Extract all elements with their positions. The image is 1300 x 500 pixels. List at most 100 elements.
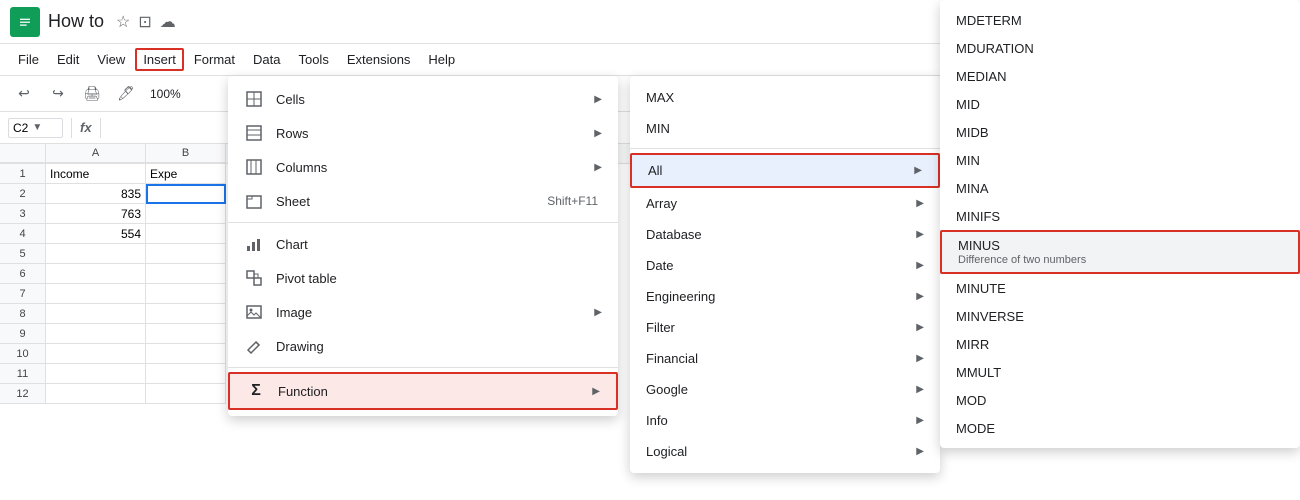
function-list-dropdown[interactable]: MDETERM MDURATION MEDIAN MID MIDB MIN MI… <box>940 0 1300 448</box>
mina-name: MINA <box>956 181 1284 196</box>
image-icon <box>244 302 264 322</box>
category-min[interactable]: MIN <box>630 113 940 144</box>
database-arrow-icon: ▶ <box>916 229 924 240</box>
func-mdeterm[interactable]: MDETERM <box>940 6 1300 34</box>
zoom-level[interactable]: 100% <box>146 87 185 101</box>
insert-cells-item[interactable]: Cells ▶ <box>228 82 618 116</box>
cell-b7[interactable] <box>146 284 226 304</box>
cell-b4[interactable] <box>146 224 226 244</box>
cell-reference[interactable]: C2 ▼ <box>8 118 63 138</box>
cell-a11[interactable] <box>46 364 146 384</box>
drawing-icon <box>244 336 264 356</box>
function-sigma-icon: Σ <box>246 381 266 401</box>
cloud-icon[interactable]: ☁ <box>160 12 176 32</box>
cell-b8[interactable] <box>146 304 226 324</box>
undo-button[interactable]: ↩ <box>10 80 38 108</box>
func-mduration[interactable]: MDURATION <box>940 34 1300 62</box>
cell-b11[interactable] <box>146 364 226 384</box>
mduration-name: MDURATION <box>956 41 1284 56</box>
cell-a7[interactable] <box>46 284 146 304</box>
menu-view[interactable]: View <box>89 48 133 71</box>
redo-button[interactable]: ↪ <box>44 80 72 108</box>
insert-image-item[interactable]: Image ▶ <box>228 295 618 329</box>
func-mid[interactable]: MID <box>940 90 1300 118</box>
cell-b10[interactable] <box>146 344 226 364</box>
cell-b2[interactable] <box>146 184 226 204</box>
menu-format[interactable]: Format <box>186 48 243 71</box>
menu-insert[interactable]: Insert <box>135 48 184 71</box>
paint-format-button[interactable]: 🖊 <box>112 80 140 108</box>
cell-a4[interactable]: 554 <box>46 224 146 244</box>
func-minverse[interactable]: MINVERSE <box>940 302 1300 330</box>
category-menu-dropdown[interactable]: MAX MIN All ▶ Array ▶ Database ▶ Date ▶ … <box>630 76 940 473</box>
cell-a6[interactable] <box>46 264 146 284</box>
insert-drawing-item[interactable]: Drawing <box>228 329 618 363</box>
minute-name: MINUTE <box>956 281 1284 296</box>
category-filter[interactable]: Filter ▶ <box>630 312 940 343</box>
folder-icon[interactable]: ⊡ <box>138 12 151 32</box>
mmult-name: MMULT <box>956 365 1284 380</box>
func-mod[interactable]: MOD <box>940 386 1300 414</box>
cell-a9[interactable] <box>46 324 146 344</box>
insert-pivot-item[interactable]: Pivot table <box>228 261 618 295</box>
func-mode[interactable]: MODE <box>940 414 1300 442</box>
row-num-8: 8 <box>0 304 46 324</box>
menu-file[interactable]: File <box>10 48 47 71</box>
cell-b12[interactable] <box>146 384 226 404</box>
cell-a1[interactable]: Income <box>46 164 146 184</box>
category-date[interactable]: Date ▶ <box>630 250 940 281</box>
menu-tools[interactable]: Tools <box>290 48 336 71</box>
cell-b6[interactable] <box>146 264 226 284</box>
rows-label: Rows <box>276 126 582 141</box>
row-num-6: 6 <box>0 264 46 284</box>
category-logical[interactable]: Logical ▶ <box>630 436 940 467</box>
cell-a2[interactable]: 835 <box>46 184 146 204</box>
func-mmult[interactable]: MMULT <box>940 358 1300 386</box>
info-arrow-icon: ▶ <box>916 415 924 426</box>
insert-rows-item[interactable]: Rows ▶ <box>228 116 618 150</box>
print-button[interactable]: 🖨 <box>78 80 106 108</box>
median-name: MEDIAN <box>956 69 1284 84</box>
cell-a12[interactable] <box>46 384 146 404</box>
func-midb[interactable]: MIDB <box>940 118 1300 146</box>
category-database[interactable]: Database ▶ <box>630 219 940 250</box>
mod-name: MOD <box>956 393 1284 408</box>
cell-a8[interactable] <box>46 304 146 324</box>
menu-edit[interactable]: Edit <box>49 48 87 71</box>
func-minifs[interactable]: MINIFS <box>940 202 1300 230</box>
insert-function-item[interactable]: Σ Function ▶ <box>228 372 618 410</box>
chart-icon <box>244 234 264 254</box>
insert-columns-item[interactable]: Columns ▶ <box>228 150 618 184</box>
menu-help[interactable]: Help <box>420 48 463 71</box>
star-icon[interactable]: ☆ <box>116 12 130 32</box>
cell-b3[interactable] <box>146 204 226 224</box>
func-mirr[interactable]: MIRR <box>940 330 1300 358</box>
category-max[interactable]: MAX <box>630 82 940 113</box>
cell-b9[interactable] <box>146 324 226 344</box>
cell-a5[interactable] <box>46 244 146 264</box>
cell-a3[interactable]: 763 <box>46 204 146 224</box>
menu-extensions[interactable]: Extensions <box>339 48 419 71</box>
category-array[interactable]: Array ▶ <box>630 188 940 219</box>
insert-sheet-item[interactable]: Sheet Shift+F11 <box>228 184 618 218</box>
all-label: All <box>648 163 914 178</box>
func-min2[interactable]: MIN <box>940 146 1300 174</box>
category-all[interactable]: All ▶ <box>630 153 940 188</box>
func-minus[interactable]: MINUS Difference of two numbers <box>940 230 1300 274</box>
cells-label: Cells <box>276 92 582 107</box>
func-minute[interactable]: MINUTE <box>940 274 1300 302</box>
category-info[interactable]: Info ▶ <box>630 405 940 436</box>
filter-arrow-icon: ▶ <box>916 322 924 333</box>
cell-a10[interactable] <box>46 344 146 364</box>
cell-b5[interactable] <box>146 244 226 264</box>
database-label: Database <box>646 227 916 242</box>
func-median[interactable]: MEDIAN <box>940 62 1300 90</box>
func-mina[interactable]: MINA <box>940 174 1300 202</box>
category-engineering[interactable]: Engineering ▶ <box>630 281 940 312</box>
cell-b1[interactable]: Expe <box>146 164 226 184</box>
insert-chart-item[interactable]: Chart <box>228 227 618 261</box>
category-financial[interactable]: Financial ▶ <box>630 343 940 374</box>
insert-menu-dropdown[interactable]: Cells ▶ Rows ▶ Columns ▶ Sheet Shift+F11 <box>228 76 618 416</box>
category-google[interactable]: Google ▶ <box>630 374 940 405</box>
menu-data[interactable]: Data <box>245 48 288 71</box>
